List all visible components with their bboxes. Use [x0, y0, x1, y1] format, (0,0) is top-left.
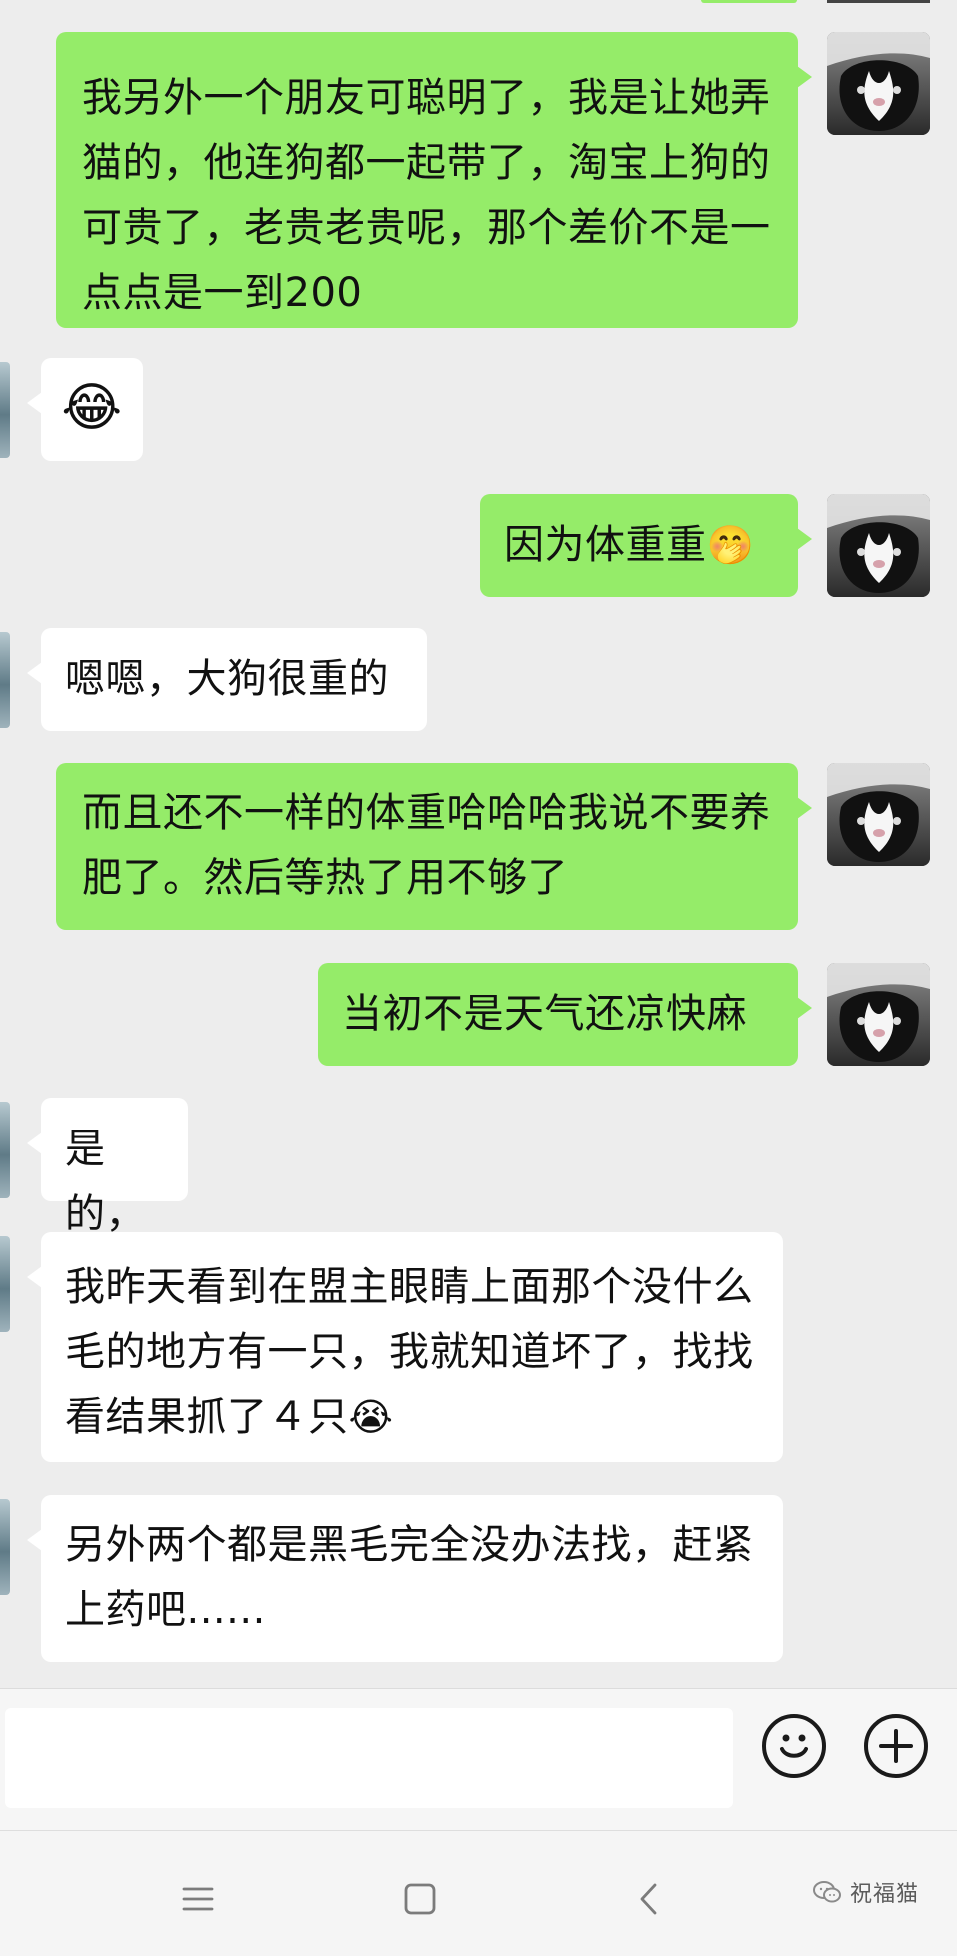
message-text: 当初不是天气还凉快麻 [342, 991, 747, 1037]
cat-avatar-image [827, 763, 930, 866]
chevron-left-icon [640, 1883, 657, 1915]
message-bubble-sent[interactable]: 当初不是天气还凉快麻 [318, 963, 812, 1066]
recent-apps-button[interactable] [178, 1879, 218, 1919]
message-bubble-sent[interactable]: 因为体重重🤭 [480, 494, 812, 597]
laughing-tears-emoji-icon: 😂 [61, 378, 123, 438]
message-input[interactable] [5, 1708, 733, 1808]
message-bubble-sent[interactable]: 而且还不一样的体重哈哈哈我说不要养肥了。然后等热了用不够了 [56, 763, 812, 930]
my-avatar[interactable] [827, 494, 930, 597]
message-text: 我另外一个朋友可聪明了，我是让她弄猫的，他连狗都一起带了，淘宝上狗的可贵了，老贵… [82, 75, 771, 316]
friend-avatar[interactable] [0, 1102, 10, 1198]
more-options-button[interactable] [864, 1714, 928, 1778]
menu-lines-icon [182, 1887, 214, 1911]
message-text: 而且还不一样的体重哈哈哈我说不要养肥了。然后等热了用不够了 [82, 790, 771, 901]
message-text: 因为体重重 [504, 522, 707, 568]
crying-face-emoji-icon: 😭 [348, 1395, 394, 1439]
cat-avatar-image [827, 963, 930, 1066]
system-navigation-bar: 祝福猫 [0, 1830, 957, 1956]
previous-avatar[interactable] [827, 0, 930, 3]
hand-over-mouth-emoji-icon: 🤭 [706, 523, 755, 567]
message-text: 是的， [65, 1126, 146, 1237]
smiley-face-icon [780, 1734, 808, 1758]
home-button[interactable] [400, 1879, 440, 1919]
cat-avatar-image [827, 32, 930, 135]
message-bubble-received[interactable]: 另外两个都是黑毛完全没办法找，赶紧上药吧...... [27, 1495, 783, 1662]
message-text: 嗯嗯，大狗很重的 [65, 656, 389, 702]
message-input-bar [0, 1688, 957, 1831]
friend-avatar[interactable] [0, 632, 10, 728]
message-text: 另外两个都是黑毛完全没办法找，赶紧上药吧...... [65, 1522, 754, 1633]
my-avatar[interactable] [827, 763, 930, 866]
message-text: 我昨天看到在盟主眼睛上面那个没什么毛的地方有一只，我就知道坏了，找找看结果抓了４… [65, 1264, 754, 1440]
previous-message-bubble[interactable] [701, 0, 797, 3]
plus-circle-icon [879, 1729, 913, 1763]
message-bubble-received[interactable]: 是的， [27, 1098, 188, 1237]
watermark: 祝福猫 [812, 1872, 919, 1912]
message-bubble-received[interactable]: 😂 [27, 358, 143, 461]
friend-avatar[interactable] [0, 1236, 10, 1332]
back-button[interactable] [630, 1879, 670, 1919]
my-avatar[interactable] [827, 32, 930, 135]
cat-avatar-image [827, 494, 930, 597]
friend-avatar[interactable] [0, 1499, 10, 1595]
friend-avatar[interactable] [0, 362, 10, 458]
emoji-button[interactable] [762, 1714, 826, 1778]
rounded-square-icon [404, 1883, 436, 1915]
watermark-text: 祝福猫 [850, 1882, 920, 1907]
chat-area[interactable]: 我另外一个朋友可聪明了，我是让她弄猫的，他连狗都一起带了，淘宝上狗的可贵了，老贵… [0, 0, 957, 1688]
message-bubble-sent[interactable]: 我另外一个朋友可聪明了，我是让她弄猫的，他连狗都一起带了，淘宝上狗的可贵了，老贵… [56, 32, 812, 328]
message-bubble-received[interactable]: 嗯嗯，大狗很重的 [27, 628, 427, 731]
my-avatar[interactable] [827, 963, 930, 1066]
message-bubble-received[interactable]: 我昨天看到在盟主眼睛上面那个没什么毛的地方有一只，我就知道坏了，找找看结果抓了４… [27, 1232, 783, 1462]
wechat-icon [813, 1881, 841, 1903]
